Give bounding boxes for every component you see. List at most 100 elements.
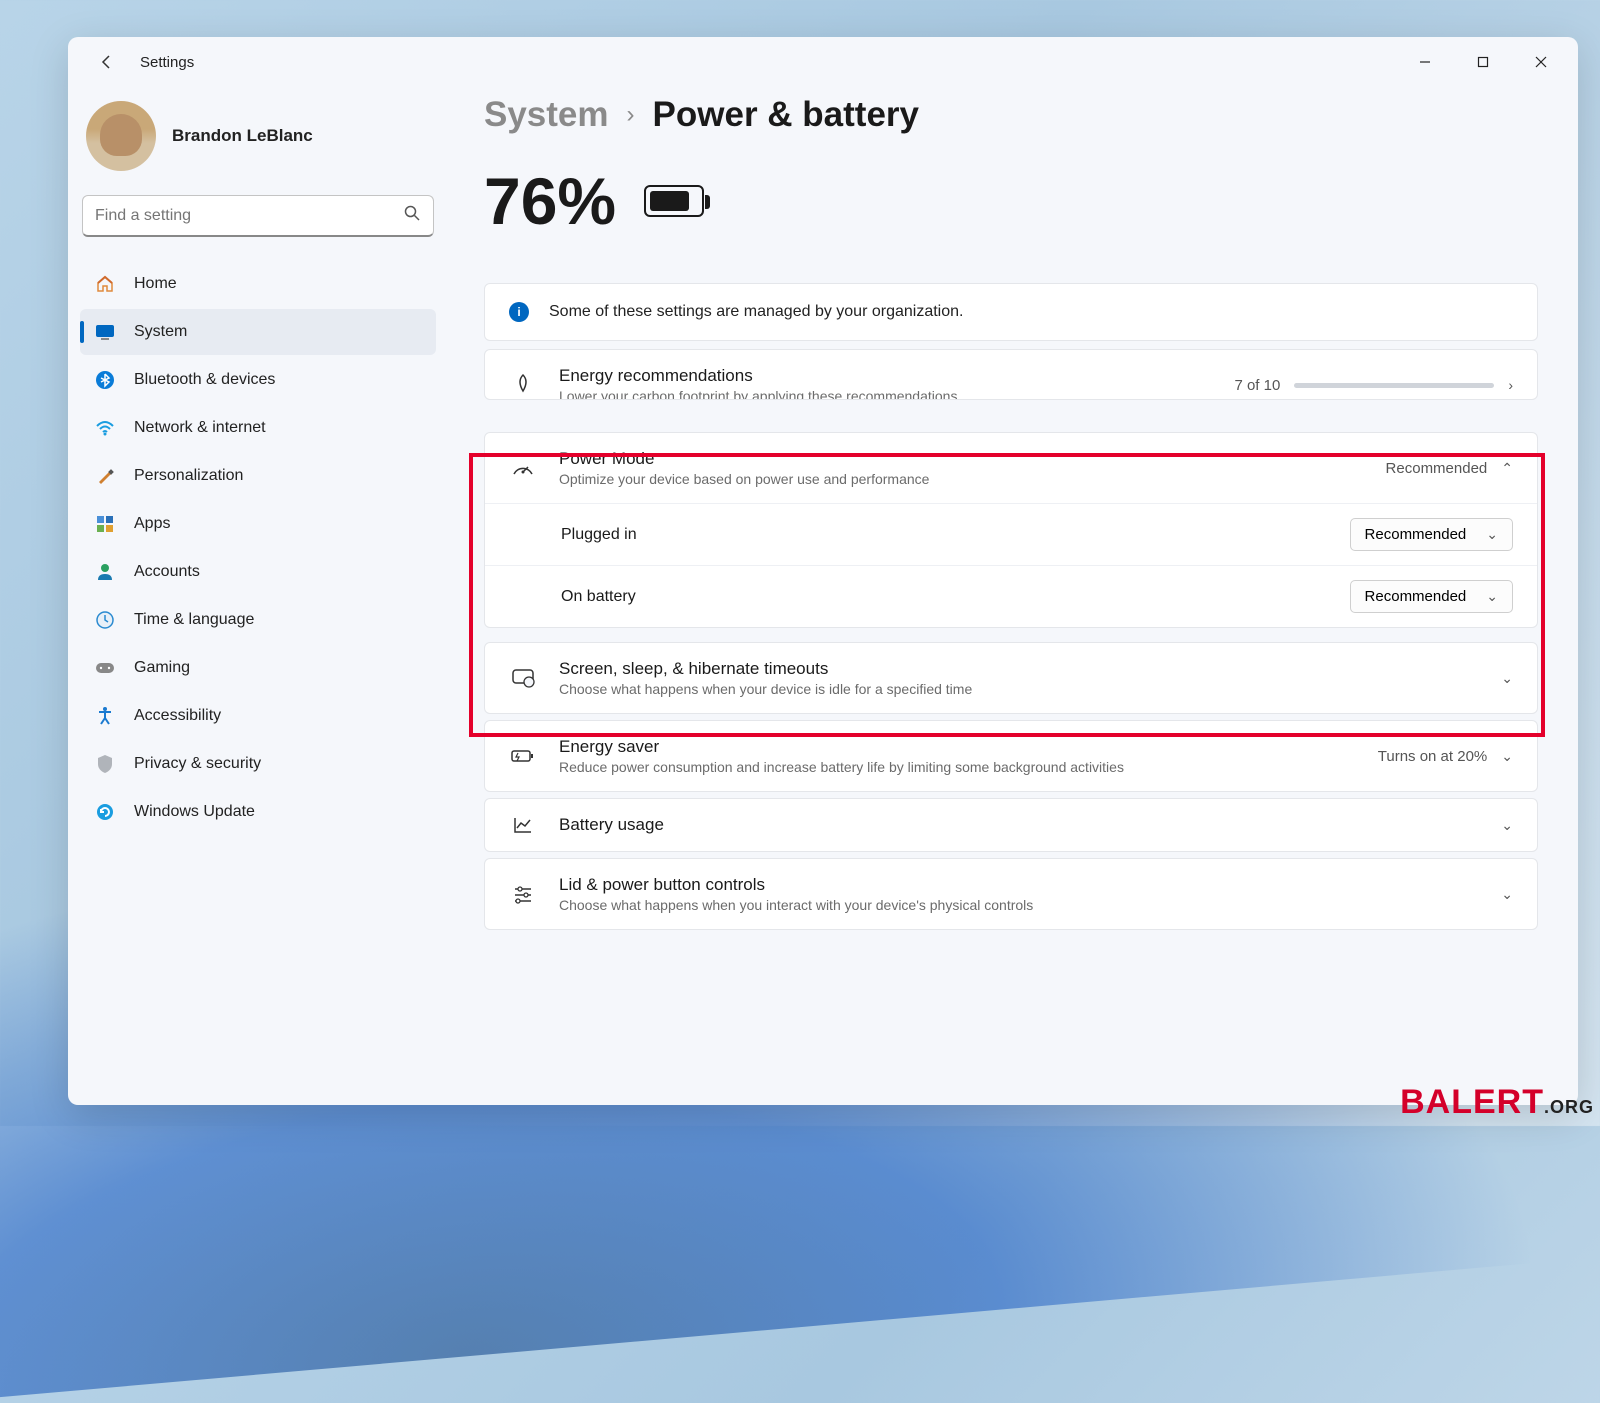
battery-percent: 76% <box>484 163 616 239</box>
nav-label: Privacy & security <box>134 755 261 773</box>
brush-icon <box>94 465 116 487</box>
nav-label: Bluetooth & devices <box>134 371 275 389</box>
bluetooth-icon <box>94 369 116 391</box>
chevron-down-icon: ⌄ <box>1486 588 1498 605</box>
plugged-in-row: Plugged in Recommended ⌄ <box>485 503 1537 565</box>
card-subtitle: Choose what happens when your device is … <box>559 681 1479 697</box>
power-mode-header[interactable]: Power Mode Optimize your device based on… <box>485 433 1537 503</box>
nav-accounts[interactable]: Accounts <box>80 549 436 595</box>
nav-label: Windows Update <box>134 803 255 821</box>
timeouts-card[interactable]: Screen, sleep, & hibernate timeouts Choo… <box>484 642 1538 714</box>
chevron-down-icon: ⌄ <box>1501 748 1513 765</box>
window-title: Settings <box>140 54 194 71</box>
plugged-in-dropdown[interactable]: Recommended ⌄ <box>1350 518 1513 551</box>
titlebar: Settings <box>68 37 1578 87</box>
nav-accessibility[interactable]: Accessibility <box>80 693 436 739</box>
battery-status: 76% <box>484 163 1538 239</box>
nav: Home System Bluetooth & devices Network … <box>78 261 438 835</box>
progress-bar <box>1294 383 1494 388</box>
person-icon <box>94 561 116 583</box>
power-mode-card: Power Mode Optimize your device based on… <box>484 432 1538 628</box>
chart-icon <box>509 815 537 835</box>
nav-personalization[interactable]: Personalization <box>80 453 436 499</box>
wifi-icon <box>94 417 116 439</box>
page-title: Power & battery <box>653 95 919 135</box>
chevron-down-icon: ⌄ <box>1501 886 1513 903</box>
settings-window: Settings Brandon LeBlanc Home <box>68 37 1578 1105</box>
accessibility-icon <box>94 705 116 727</box>
nav-label: System <box>134 323 187 341</box>
back-button[interactable] <box>92 47 122 77</box>
nav-label: Gaming <box>134 659 190 677</box>
card-title: Power Mode <box>559 449 1364 469</box>
nav-home[interactable]: Home <box>80 261 436 307</box>
nav-system[interactable]: System <box>80 309 436 355</box>
nav-update[interactable]: Windows Update <box>80 789 436 835</box>
close-button[interactable] <box>1512 42 1570 82</box>
energy-rec-count: 7 of 10 <box>1234 377 1280 394</box>
nav-gaming[interactable]: Gaming <box>80 645 436 691</box>
main-content: System › Power & battery 76% i Some of t… <box>448 87 1578 1105</box>
update-icon <box>94 801 116 823</box>
leaf-icon <box>509 373 537 397</box>
on-battery-dropdown[interactable]: Recommended ⌄ <box>1350 580 1513 613</box>
clock-icon <box>94 609 116 631</box>
search-field[interactable] <box>95 207 403 225</box>
minimize-button[interactable] <box>1396 42 1454 82</box>
maximize-button[interactable] <box>1454 42 1512 82</box>
banner-text: Some of these settings are managed by yo… <box>549 303 963 321</box>
chevron-up-icon: ⌃ <box>1501 460 1513 477</box>
nav-privacy[interactable]: Privacy & security <box>80 741 436 787</box>
power-mode-value: Recommended <box>1386 460 1488 477</box>
nav-label: Accounts <box>134 563 200 581</box>
search-input[interactable] <box>82 195 434 237</box>
nav-label: Network & internet <box>134 419 266 437</box>
chevron-right-icon: › <box>627 101 635 129</box>
chevron-down-icon: ⌄ <box>1501 817 1513 834</box>
nav-bluetooth[interactable]: Bluetooth & devices <box>80 357 436 403</box>
chevron-down-icon: ⌄ <box>1486 526 1498 543</box>
info-icon: i <box>509 302 529 322</box>
nav-label: Apps <box>134 515 170 533</box>
card-subtitle: Lower your carbon footprint by applying … <box>559 388 1212 400</box>
profile[interactable]: Brandon LeBlanc <box>78 87 438 195</box>
nav-label: Accessibility <box>134 707 221 725</box>
apps-icon <box>94 513 116 535</box>
chevron-down-icon: ⌄ <box>1501 670 1513 687</box>
sliders-icon <box>509 884 537 904</box>
watermark: BALERT.ORG <box>1400 1083 1594 1122</box>
card-title: Battery usage <box>559 815 1479 835</box>
breadcrumb-parent[interactable]: System <box>484 95 609 135</box>
nav-time[interactable]: Time & language <box>80 597 436 643</box>
nav-label: Time & language <box>134 611 254 629</box>
card-subtitle: Choose what happens when you interact wi… <box>559 897 1479 913</box>
energy-saver-card[interactable]: Energy saver Reduce power consumption an… <box>484 720 1538 792</box>
home-icon <box>94 273 116 295</box>
card-title: Energy saver <box>559 737 1356 757</box>
battery-saver-icon <box>509 747 537 765</box>
card-title: Screen, sleep, & hibernate timeouts <box>559 659 1479 679</box>
profile-name: Brandon LeBlanc <box>172 126 313 146</box>
on-battery-label: On battery <box>561 588 636 606</box>
nav-label: Personalization <box>134 467 243 485</box>
card-title: Energy recommendations <box>559 366 1212 386</box>
search-icon <box>403 204 421 227</box>
lid-controls-card[interactable]: Lid & power button controls Choose what … <box>484 858 1538 930</box>
nav-network[interactable]: Network & internet <box>80 405 436 451</box>
card-subtitle: Optimize your device based on power use … <box>559 471 1364 487</box>
sidebar: Brandon LeBlanc Home System <box>68 87 448 1105</box>
card-subtitle: Reduce power consumption and increase ba… <box>559 759 1356 775</box>
battery-usage-card[interactable]: Battery usage ⌄ <box>484 798 1538 852</box>
battery-icon <box>644 185 704 217</box>
screen-icon <box>509 668 537 688</box>
avatar <box>86 101 156 171</box>
system-icon <box>94 321 116 343</box>
on-battery-row: On battery Recommended ⌄ <box>485 565 1537 627</box>
chevron-right-icon: › <box>1508 377 1513 393</box>
org-managed-banner: i Some of these settings are managed by … <box>484 283 1538 341</box>
energy-recommendations-card[interactable]: Energy recommendations Lower your carbon… <box>484 349 1538 400</box>
card-title: Lid & power button controls <box>559 875 1479 895</box>
speedometer-icon <box>509 458 537 478</box>
nav-apps[interactable]: Apps <box>80 501 436 547</box>
gamepad-icon <box>94 657 116 679</box>
